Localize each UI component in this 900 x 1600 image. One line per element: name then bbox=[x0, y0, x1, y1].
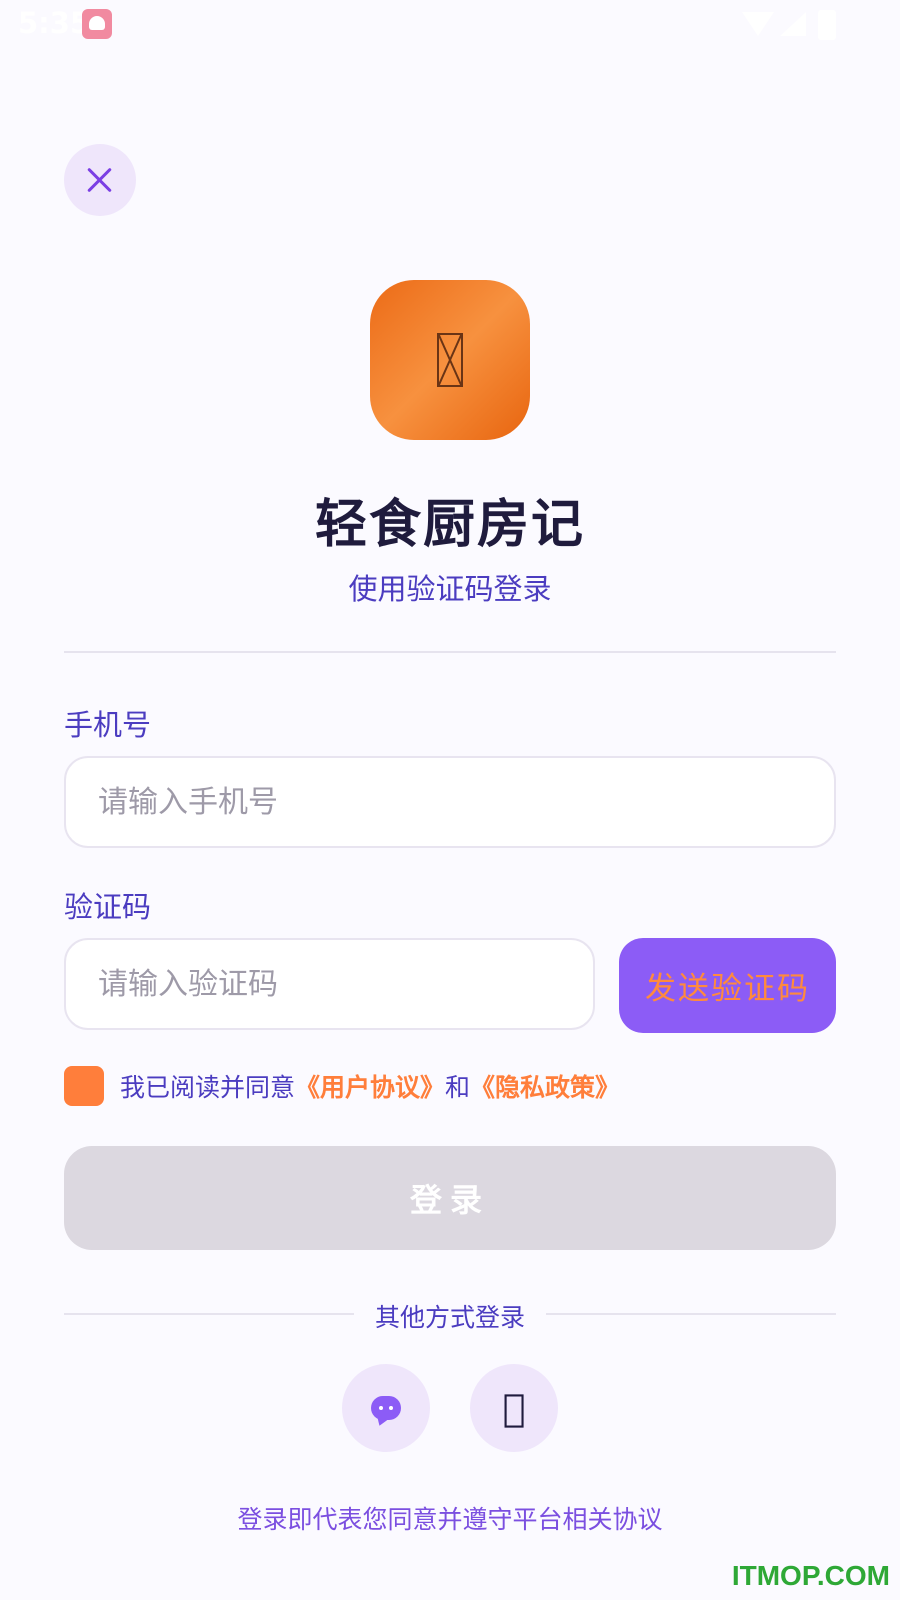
notification-app-icon bbox=[82, 9, 112, 39]
code-input[interactable] bbox=[66, 940, 593, 1028]
app-title: 轻食厨房记 bbox=[314, 495, 585, 555]
battery-icon bbox=[818, 10, 836, 40]
phone-field[interactable] bbox=[64, 756, 836, 848]
login-subtitle: 使用验证码登录 bbox=[348, 572, 552, 606]
privacy-policy-link[interactable]: 《隐私政策》 bbox=[470, 1073, 620, 1102]
code-field[interactable] bbox=[64, 938, 595, 1030]
close-icon bbox=[86, 166, 114, 194]
apple-icon:  bbox=[503, 1389, 526, 1427]
chat-dot bbox=[379, 1406, 383, 1410]
code-label: 验证码 bbox=[64, 890, 152, 924]
phone-label: 手机号 bbox=[64, 708, 152, 742]
signal-icon bbox=[780, 12, 806, 36]
watermark: ITMOP.COM bbox=[731, 1560, 890, 1591]
other-login-label: 其他方式登录 bbox=[374, 1303, 525, 1332]
phone-input[interactable] bbox=[66, 758, 834, 846]
status-indicators bbox=[742, 10, 852, 40]
missing-glyph-icon bbox=[437, 333, 463, 387]
apple-login-button[interactable]:  bbox=[470, 1364, 558, 1452]
login-button[interactable]: 登录 bbox=[64, 1146, 836, 1250]
agreement-checkbox[interactable] bbox=[64, 1066, 104, 1106]
divider-right bbox=[546, 1313, 836, 1315]
footer-note: 登录即代表您同意并遵守平台相关协议 bbox=[237, 1505, 663, 1534]
status-time: 5:35 bbox=[18, 6, 91, 40]
divider-left bbox=[64, 1313, 354, 1315]
agreement-text: 我已阅读并同意《用户协议》和《隐私政策》 bbox=[120, 1068, 620, 1104]
wechat-login-button[interactable] bbox=[342, 1364, 430, 1452]
wechat-icon bbox=[371, 1396, 401, 1420]
divider bbox=[64, 651, 836, 653]
agreement-connector: 和 bbox=[445, 1073, 471, 1102]
user-agreement-link[interactable]: 《用户协议》 bbox=[295, 1073, 445, 1102]
chat-dot bbox=[389, 1406, 393, 1410]
status-bar: 5:35 bbox=[0, 0, 900, 48]
close-button[interactable] bbox=[64, 144, 136, 216]
agreement-prefix: 我已阅读并同意 bbox=[120, 1073, 296, 1102]
app-logo bbox=[370, 280, 530, 440]
wifi-icon bbox=[742, 12, 774, 36]
send-code-button[interactable]: 发送验证码 bbox=[619, 938, 836, 1033]
